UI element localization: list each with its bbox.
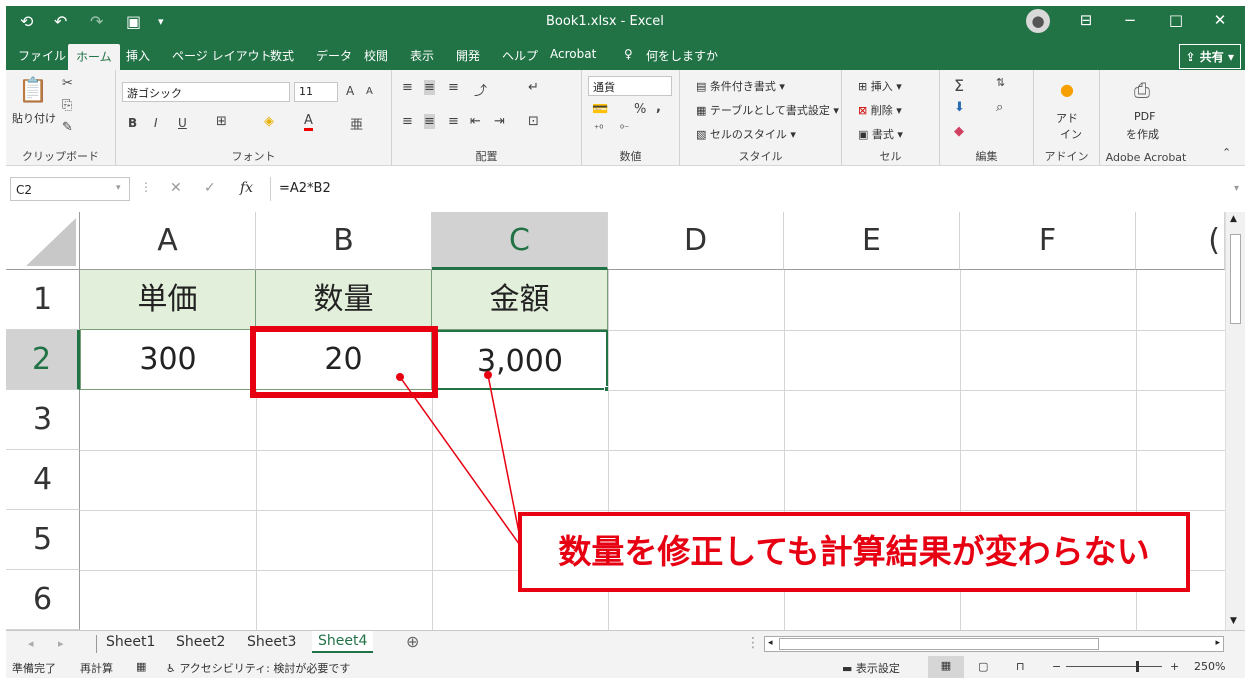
status-ready: 準備完了 xyxy=(12,662,56,675)
pointer-dot-c2 xyxy=(484,371,492,379)
tab-split-grip-icon[interactable]: ⋮ xyxy=(746,635,760,651)
zoom-slider-thumb[interactable] xyxy=(1136,661,1139,672)
tab-divider xyxy=(96,635,97,653)
zoom-level[interactable]: 250% xyxy=(1194,660,1225,673)
zoom-out-button[interactable]: − xyxy=(1052,660,1061,673)
sheet-tab-3[interactable]: Sheet3 xyxy=(247,634,296,650)
pointer-dot-b2 xyxy=(396,373,404,381)
annotation-callout: 数量を修正しても計算結果が変わらない xyxy=(518,512,1190,592)
sheet-tab-2[interactable]: Sheet2 xyxy=(176,634,225,650)
normal-view-icon[interactable]: ▦ xyxy=(928,656,964,678)
zoom-slider[interactable] xyxy=(1066,661,1162,672)
page-layout-view-icon[interactable]: ▢ xyxy=(978,660,988,673)
accessibility-status[interactable]: ♿ アクセシビリティ: 検討が必要です xyxy=(166,660,350,676)
horizontal-scroll-thumb[interactable] xyxy=(779,638,1099,650)
horizontal-scrollbar[interactable]: ◂ ▸ xyxy=(764,636,1224,652)
macro-record-icon[interactable]: ▦ xyxy=(136,660,146,673)
sheet-scroll-left-icon[interactable]: ◂ xyxy=(28,637,34,650)
sheet-scroll-right-icon[interactable]: ▸ xyxy=(58,637,64,650)
scroll-left-icon[interactable]: ◂ xyxy=(768,638,773,648)
status-recalculate[interactable]: 再計算 xyxy=(80,660,113,676)
sheet-tab-4-active[interactable]: Sheet4 xyxy=(312,631,374,653)
sheet-tab-bar: ◂ ▸ Sheet1 Sheet2 Sheet3 Sheet4 ⊕ ⋮ ◂ ▸ xyxy=(6,630,1245,656)
zoom-in-button[interactable]: + xyxy=(1170,660,1179,673)
scroll-right-icon[interactable]: ▸ xyxy=(1215,638,1220,648)
sheet-tab-1[interactable]: Sheet1 xyxy=(106,634,155,650)
status-bar: 準備完了 再計算 ▦ ♿ アクセシビリティ: 検討が必要です ▬ 表示設定 ▦ … xyxy=(6,656,1245,678)
new-sheet-icon[interactable]: ⊕ xyxy=(406,632,419,651)
accessibility-icon: ♿ xyxy=(166,662,180,675)
display-settings-button[interactable]: ▬ 表示設定 xyxy=(842,660,900,676)
display-settings-icon: ▬ xyxy=(842,662,856,675)
page-break-view-icon[interactable]: ⊓ xyxy=(1016,660,1025,673)
